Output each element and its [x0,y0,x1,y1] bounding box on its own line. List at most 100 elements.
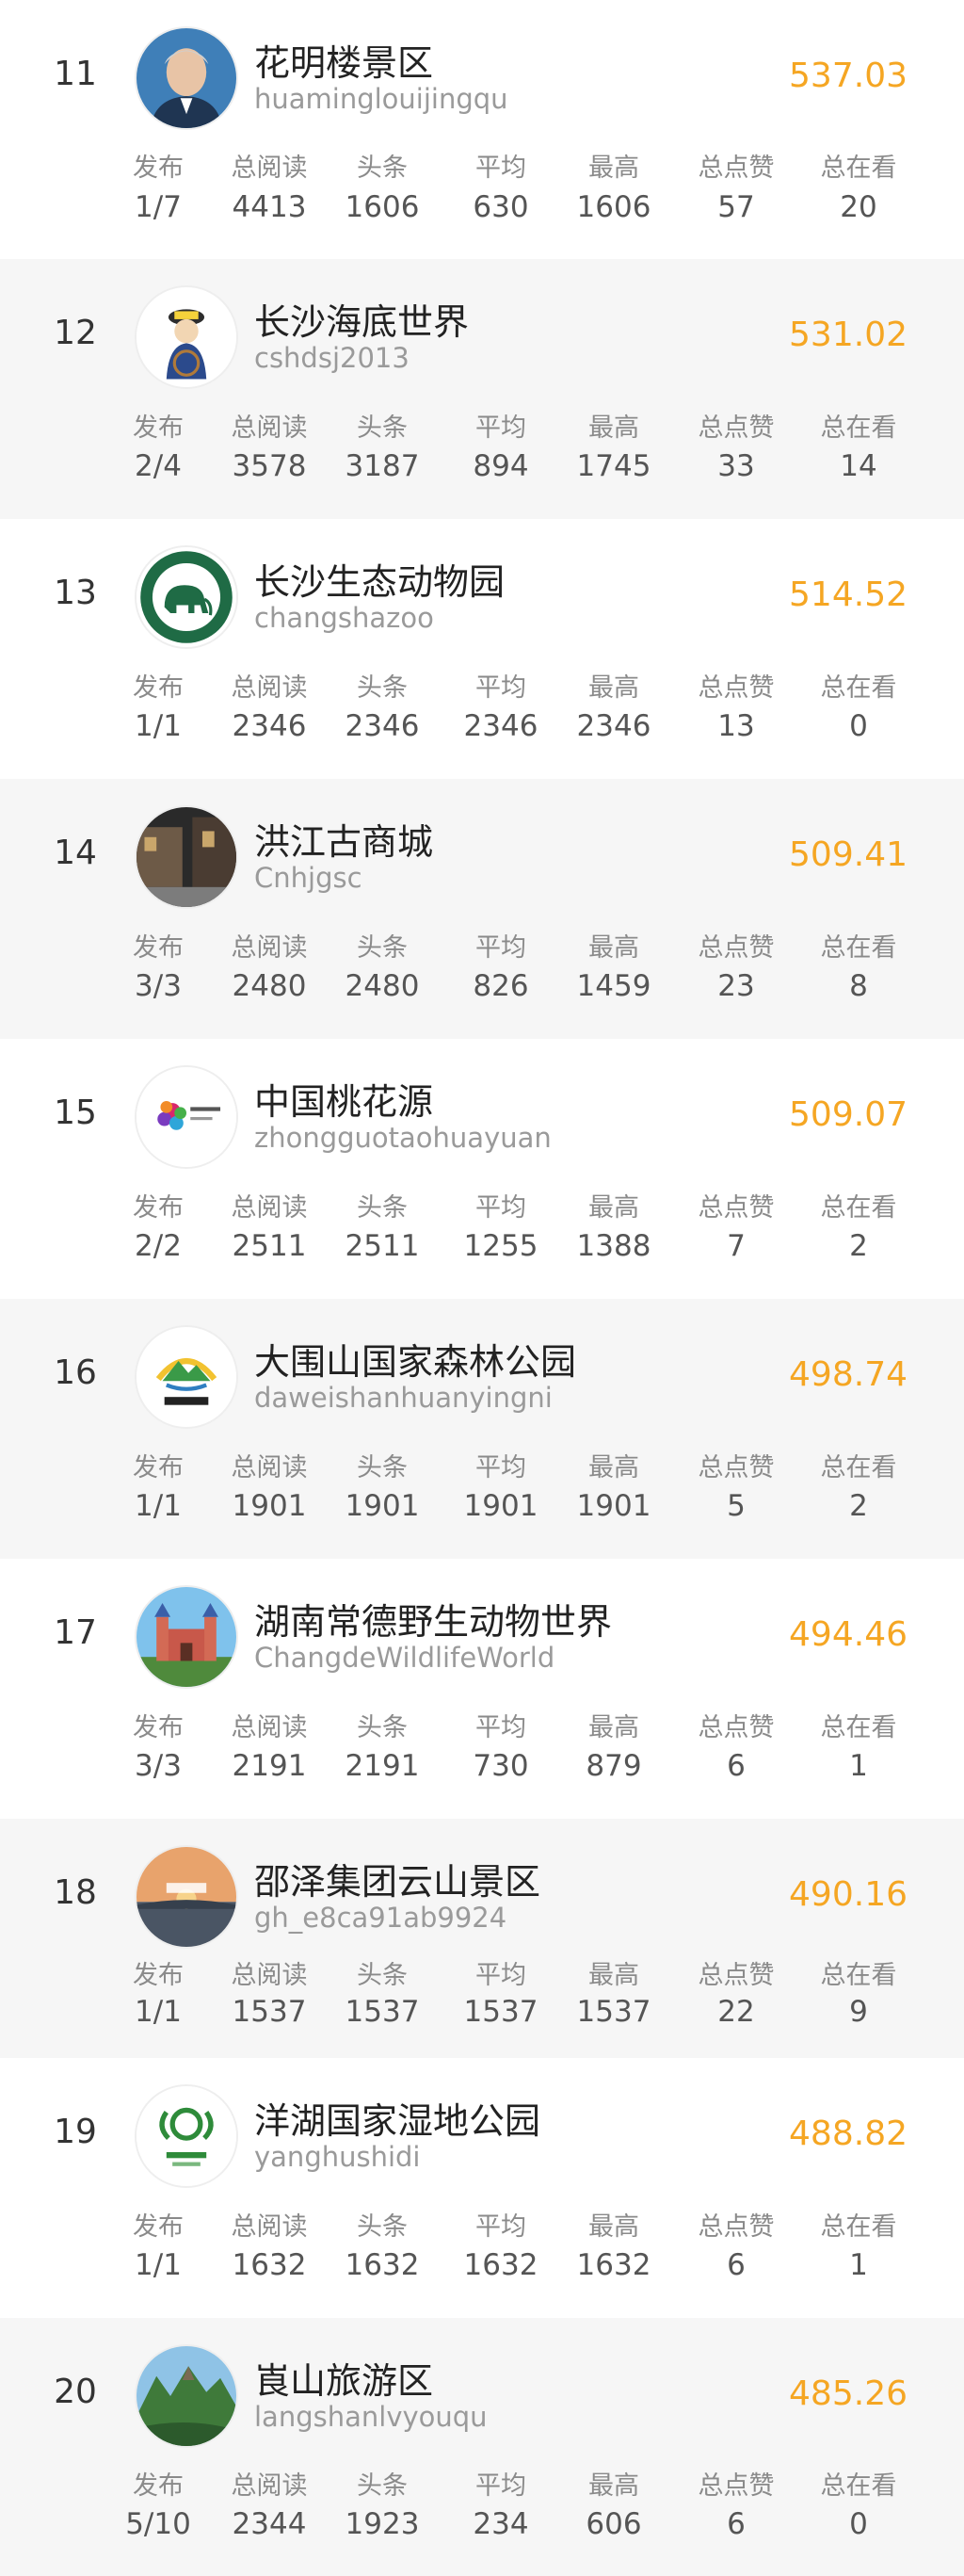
stat-value: 1/1 [135,709,182,743]
stat-value: 13 [717,709,755,743]
stat-value: 1606 [576,190,651,224]
rank-score: 498.74 [789,1355,908,1394]
stat-value: 2511 [232,1229,307,1263]
account-name[interactable]: 洋湖国家湿地公园 [254,2092,540,2144]
stat-value: 1901 [463,1489,538,1523]
ranking-card[interactable]: 20 崀山旅游区 langshanlvyouqu 485.26 发布 5/10 总阅读 234… [0,2318,964,2576]
account-name[interactable]: 长沙海底世界 [254,293,469,345]
rank-number: 18 [54,1873,97,1912]
portrait-avatar-icon[interactable] [135,26,238,130]
stat-label: 平均 [475,1961,526,1990]
captain-mascot-avatar-icon[interactable] [135,285,238,389]
stat-label: 总在看 [820,1453,897,1482]
account-id: daweishanhuanyingni [254,1382,553,1414]
stat-label: 头条 [357,154,408,183]
castle-photo-avatar-icon[interactable] [135,1585,238,1689]
stat-value: 4413 [232,190,307,224]
stat-label: 头条 [357,1961,408,1990]
account-id: gh_e8ca91ab9924 [254,1902,507,1934]
ranking-card[interactable]: 12 长沙海底世界 cshdsj2013 531.02 发布 2/4 总阅读 3578 头条 31… [0,259,964,519]
stat-label: 头条 [357,1453,408,1482]
ranking-card[interactable]: 17 湖南常德野生动物世界 ChangdeWildlifeWorld 494.46 发布… [0,1559,964,1819]
account-name[interactable]: 邵泽集团云山景区 [254,1853,540,1904]
stat-value: 1923 [345,2507,420,2541]
ranking-card[interactable]: 16 大围山国家森林公园 daweishanhuanyingni 498.74 发布 1/… [0,1299,964,1559]
account-name[interactable]: 长沙生态动物园 [254,553,505,605]
stat-value: 8 [849,969,868,1003]
rank-number: 11 [54,55,97,93]
peach-blossom-logo-avatar-icon[interactable] [135,1065,238,1169]
mountain-landscape-avatar-icon[interactable] [135,2344,238,2448]
stat-value: 14 [840,449,877,483]
old-town-photo-avatar-icon[interactable] [135,805,238,909]
account-id: yanghushidi [254,2141,421,2173]
account-name[interactable]: 大围山国家森林公园 [254,1333,576,1385]
stat-value: 3/3 [135,1749,182,1783]
stat-value: 20 [840,190,877,224]
stat-label: 头条 [357,1193,408,1223]
stat-value: 1/1 [135,1995,182,2029]
stat-value: 22 [717,1995,755,2029]
stat-label: 总阅读 [231,1713,308,1742]
stat-value: 3/3 [135,969,182,1003]
elephant-logo-avatar-icon[interactable] [135,545,238,649]
stat-label: 总在看 [820,1713,897,1742]
stat-value: 2346 [576,709,651,743]
stat-value: 2346 [232,709,307,743]
stat-value: 1/1 [135,1489,182,1523]
ranking-card[interactable]: 19 洋湖国家湿地公园 yanghushidi 488.82 发布 1/1 总阅读 1632 头… [0,2058,964,2318]
ranking-card[interactable]: 11 花明楼景区 huaminglouijingqu 537.03 发布 1/7 总阅读 44… [0,0,964,259]
rank-score: 485.26 [789,2374,908,2413]
rank-number: 19 [54,2113,97,2151]
stat-value: 234 [473,2507,529,2541]
stat-label: 平均 [475,154,526,183]
account-name[interactable]: 崀山旅游区 [254,2352,433,2404]
stat-label: 总阅读 [231,413,308,443]
stat-label: 最高 [588,2471,639,2501]
stat-label: 总阅读 [231,1961,308,1990]
mountain-logo-avatar-icon[interactable] [135,1325,238,1429]
ranking-card[interactable]: 14 洪江古商城 Cnhjgsc 509.41 发布 3/3 总阅读 2480 头条 2480 平均… [0,779,964,1039]
wetland-logo-avatar-icon[interactable] [135,2084,238,2188]
stat-value: 0 [849,709,868,743]
stat-value: 2191 [345,1749,420,1783]
stat-label: 总阅读 [231,1453,308,1482]
stat-label: 发布 [133,413,184,443]
stat-label: 发布 [133,1453,184,1482]
rank-score: 494.46 [789,1615,908,1654]
stat-label: 头条 [357,2212,408,2242]
stat-value: 1606 [345,190,420,224]
stat-value: 2/4 [135,449,182,483]
account-name[interactable]: 洪江古商城 [254,813,433,865]
stat-value: 2346 [463,709,538,743]
rank-number: 13 [54,574,97,612]
stat-label: 总阅读 [231,1193,308,1223]
stat-value: 2346 [345,709,420,743]
rank-score: 537.03 [789,57,908,95]
stat-value: 1 [849,1749,868,1783]
stat-label: 总点赞 [698,413,775,443]
stat-label: 总阅读 [231,154,308,183]
ranking-card[interactable]: 15 中国桃花源 zhongguotaohuayuan 509.07 发布 2/2 总阅读 2… [0,1039,964,1299]
account-name[interactable]: 湖南常德野生动物世界 [254,1593,612,1644]
stat-label: 总点赞 [698,2471,775,2501]
stat-label: 总在看 [820,413,897,443]
stat-value: 1255 [463,1229,538,1263]
ranking-card[interactable]: 18 邵泽集团云山景区 gh_e8ca91ab9924 490.16 发布 1/1 总阅读 1… [0,1819,964,2058]
stat-value: 2 [849,1229,868,1263]
stat-value: 2/2 [135,1229,182,1263]
stat-value: 5 [727,1489,746,1523]
rank-number: 12 [54,314,97,352]
account-name[interactable]: 中国桃花源 [254,1073,433,1125]
sunset-lake-avatar-icon[interactable] [135,1845,238,1949]
ranking-card[interactable]: 13 长沙生态动物园 changshazoo 514.52 发布 1/1 总阅读 2346 头条… [0,519,964,779]
stat-label: 平均 [475,673,526,703]
stat-label: 平均 [475,1453,526,1482]
stat-value: 1632 [463,2248,538,2282]
stat-value: 1537 [463,1995,538,2029]
account-name[interactable]: 花明楼景区 [254,34,433,86]
stat-value: 6 [727,2507,746,2541]
stat-label: 总在看 [820,2212,897,2242]
account-id: cshdsj2013 [254,342,410,374]
rank-score: 531.02 [789,316,908,354]
